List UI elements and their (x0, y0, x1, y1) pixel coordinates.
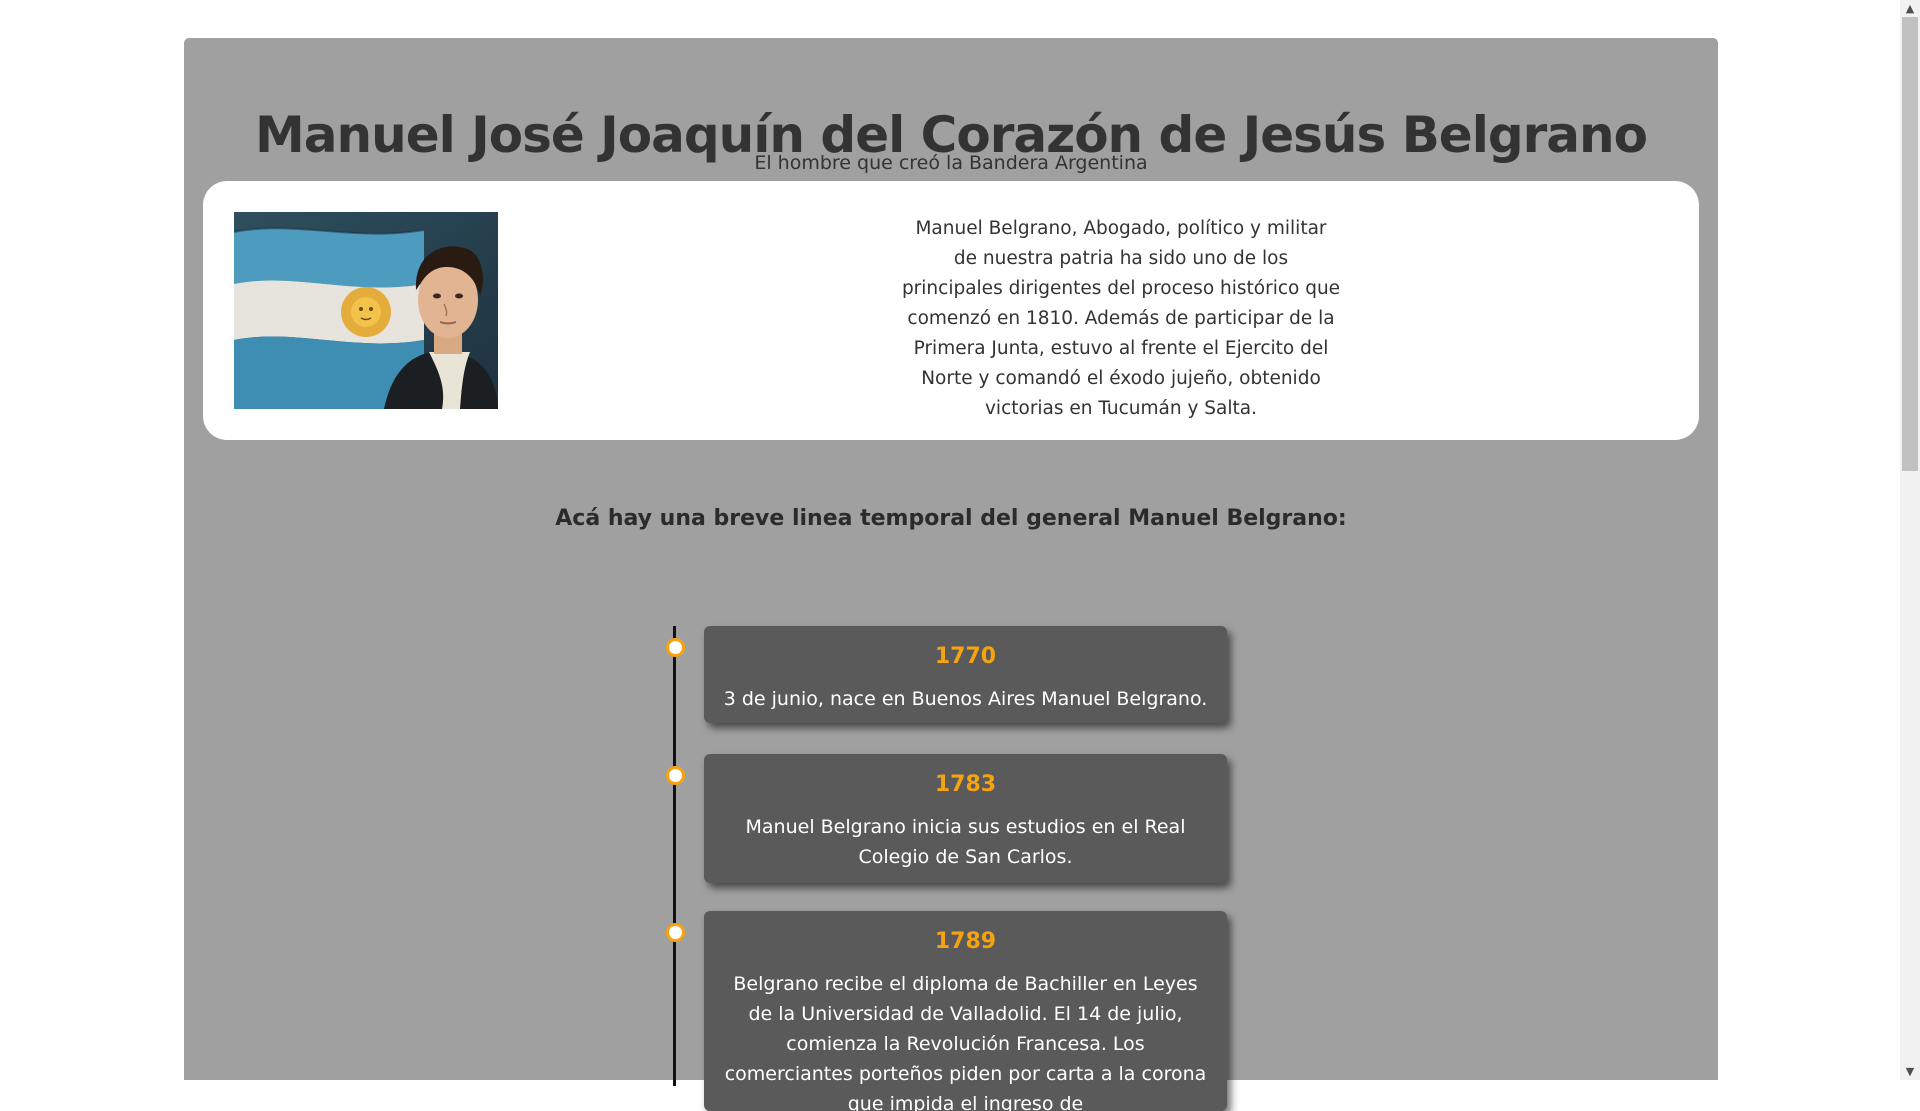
timeline-marker-1789 (666, 923, 685, 942)
bio-text: Manuel Belgrano, Abogado, político y mil… (901, 218, 1341, 419)
timeline-text: 3 de junio, nace en Buenos Aires Manuel … (723, 688, 1208, 710)
vertical-scrollbar[interactable]: ▲ ▼ (1900, 0, 1920, 1080)
timeline-card-1783: 1783 Manuel Belgrano inicia sus estudios… (704, 754, 1227, 883)
main-container: Manuel José Joaquín del Corazón de Jesús… (184, 38, 1718, 1111)
page-subtitle: El hombre que creó la Bandera Argentina (754, 152, 1148, 174)
scroll-up-icon[interactable]: ▲ (1900, 0, 1920, 17)
timeline-line (673, 626, 676, 1086)
timeline-heading: Acá hay una breve linea temporal del gen… (555, 506, 1347, 531)
timeline-marker-1783 (666, 766, 685, 785)
scroll-thumb[interactable] (1902, 17, 1918, 471)
timeline-card-1789: 1789 Belgrano recibe el diploma de Bachi… (704, 911, 1227, 1111)
timeline-marker-1770 (666, 638, 685, 657)
belgrano-portrait-image (234, 212, 498, 409)
bio-card: Manuel Belgrano, Abogado, político y mil… (203, 181, 1699, 440)
timeline-text: Manuel Belgrano inicia sus estudios en e… (745, 816, 1186, 868)
timeline-year: 1770 (934, 644, 997, 669)
timeline-text: Belgrano recibe el diploma de Bachiller … (724, 973, 1207, 1111)
scroll-down-icon[interactable]: ▼ (1900, 1063, 1920, 1080)
timeline-year: 1783 (934, 772, 997, 797)
timeline-year: 1789 (934, 929, 997, 954)
timeline-card-1770: 1770 3 de junio, nace en Buenos Aires Ma… (704, 626, 1227, 723)
